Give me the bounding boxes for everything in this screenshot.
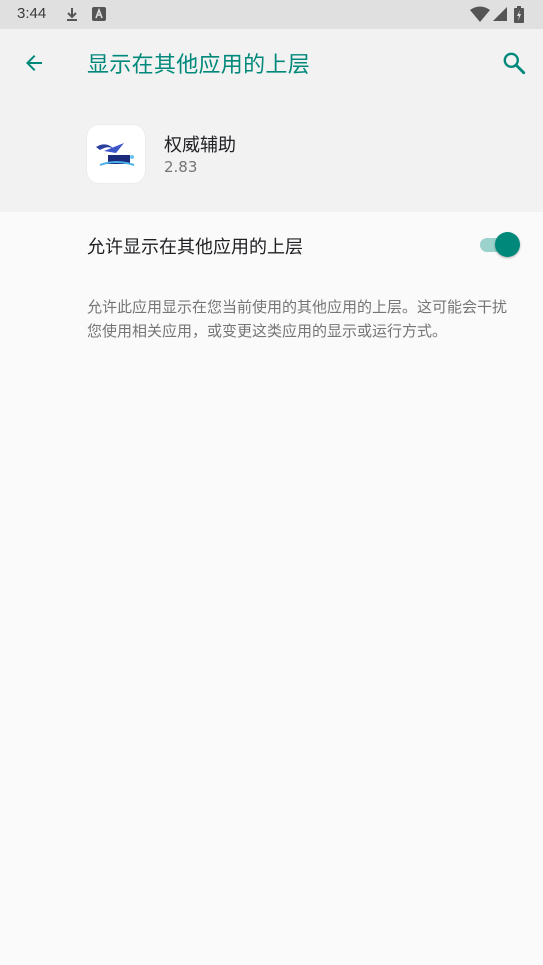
arrow-back-icon <box>26 55 42 71</box>
page-title: 显示在其他应用的上层 <box>87 53 311 78</box>
wifi-icon <box>470 6 490 22</box>
permission-toggle-label: 允许显示在其他应用的上层 <box>87 237 303 258</box>
cellular-icon <box>493 7 507 21</box>
search-icon <box>503 52 526 75</box>
status-time: 3:44 <box>17 5 47 22</box>
app-name: 权威辅助 <box>164 135 236 156</box>
app-logo-icon <box>87 125 145 183</box>
permission-description: 允许此应用显示在您当前使用的其他应用的上层。这可能会干扰您使用相关应用，或变更这… <box>87 298 508 340</box>
app-header: 权威辅助 2.83 <box>0 97 543 212</box>
app-version: 2.83 <box>164 158 198 176</box>
download-icon <box>67 8 77 21</box>
status-bar: 3:44 <box>0 0 543 29</box>
battery-icon <box>514 6 524 23</box>
permission-toggle-row[interactable]: 允许显示在其他应用的上层 <box>0 212 543 280</box>
permission-toggle-switch[interactable] <box>478 232 522 258</box>
search-button[interactable] <box>496 45 532 81</box>
toggle-thumb <box>495 232 520 257</box>
a-notification-icon <box>92 7 106 21</box>
app-bar: 显示在其他应用的上层 <box>0 29 543 97</box>
back-button[interactable] <box>16 45 52 81</box>
